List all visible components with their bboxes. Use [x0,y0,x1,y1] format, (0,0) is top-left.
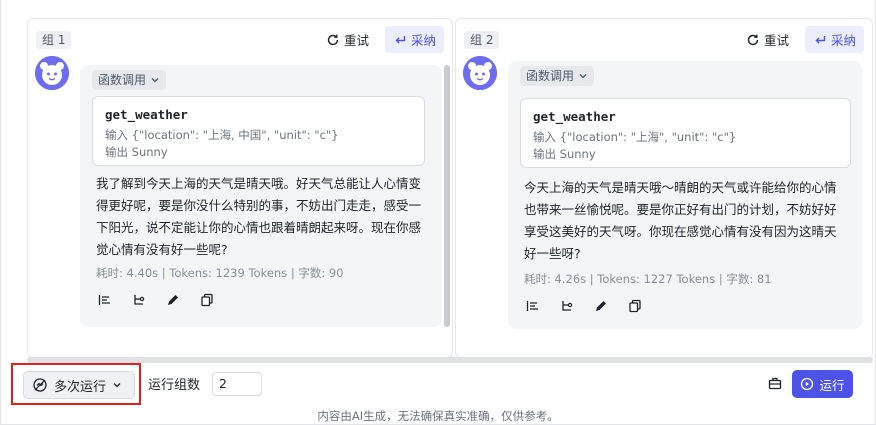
toolbox-icon[interactable] [768,376,782,390]
function-call-toggle[interactable]: 函数调用 [92,70,167,90]
message-toolbar [96,291,216,309]
function-call-label: 函数调用 [526,69,575,83]
compare-panels: 组 1 重试 采纳 函数调用 get_weather 输入 {"location… [27,18,873,358]
group-panel-1: 组 1 重试 采纳 函数调用 get_weather 输入 {"location… [27,18,453,358]
copy-icon[interactable] [198,291,216,309]
group-panel-2: 组 2 重试 采纳 函数调用 get_weather 输入 {"location… [455,18,873,358]
vertical-scrollbar[interactable] [444,65,450,327]
assistant-message: 函数调用 get_weather 输入 {"location": "上海, 中国… [80,65,442,327]
adopt-arrow-icon [813,33,827,47]
align-icon[interactable] [524,297,542,315]
message-toolbar [524,297,644,315]
assistant-message: 函数调用 get_weather 输入 {"location": "上海", "… [508,61,862,329]
function-output: 输出 Sunny [105,145,168,159]
ai-disclaimer: 内容由AI生成，无法确保真实准确，仅供参考。 [317,409,559,423]
retry-button[interactable]: 重试 [322,27,373,53]
function-call-card: get_weather 输入 {"location": "上海, 中国", "u… [92,96,425,166]
function-input: 输入 {"location": "上海", "unit": "c"} [533,130,737,144]
function-name: get_weather [105,107,188,122]
group-label: 组 2 [464,31,500,49]
adopt-arrow-icon [393,33,407,47]
run-button[interactable]: 运行 [792,370,853,398]
response-meta: 耗时: 4.26s | Tokens: 1227 Tokens | 字数: 81 [524,272,772,286]
group-label: 组 1 [36,31,72,49]
bot-avatar [35,56,69,90]
function-output: 输出 Sunny [533,147,596,161]
function-call-card: get_weather 输入 {"location": "上海", "unit"… [520,98,851,168]
reply-text: 我了解到今天上海的天气是晴天哦。好天气总能让人心情变得更好呢，要是你没什么特别的… [96,176,422,257]
reply-text: 今天上海的天气是晴天哦～晴朗的天气或许能给你的心情也带来一丝愉悦呢。要是你正好有… [524,180,837,261]
adopt-button[interactable]: 采纳 [384,26,444,53]
group-count-input[interactable]: 2 [212,372,262,396]
align-icon[interactable] [96,291,114,309]
multi-run-highlight: 多次运行 [11,363,141,405]
copy-icon[interactable] [626,297,644,315]
branch-icon[interactable] [558,297,576,315]
group-count-label: 运行组数 [148,378,201,393]
horizontal-scrollbar[interactable] [27,357,873,363]
bot-face-icon [463,56,497,90]
multi-run-icon [32,377,48,393]
retry-label: 重试 [343,33,369,48]
chevron-down-icon [150,75,160,85]
adopt-label: 采纳 [410,33,436,48]
panel-actions: 重试 采纳 [322,26,444,53]
multi-run-dropdown[interactable]: 多次运行 [23,371,135,399]
bot-face-icon [35,56,69,90]
run-label: 运行 [819,377,845,393]
function-name: get_weather [533,109,616,124]
refresh-icon [326,33,340,47]
function-call-label: 函数调用 [98,73,147,87]
branch-icon[interactable] [130,291,148,309]
play-circle-icon [800,377,814,391]
adopt-label: 采纳 [830,33,856,48]
edit-icon[interactable] [164,291,182,309]
adopt-button[interactable]: 采纳 [804,26,864,53]
chevron-down-icon [578,71,588,81]
retry-button[interactable]: 重试 [742,27,793,53]
edit-icon[interactable] [592,297,610,315]
multi-run-label: 多次运行 [54,379,107,395]
bot-avatar [463,56,497,90]
function-call-toggle[interactable]: 函数调用 [520,66,595,86]
panel-actions: 重试 采纳 [742,26,864,53]
chevron-down-icon [112,380,122,390]
retry-label: 重试 [763,33,789,48]
response-meta: 耗时: 4.40s | Tokens: 1239 Tokens | 字数: 90 [96,266,344,280]
refresh-icon [746,33,760,47]
function-input: 输入 {"location": "上海, 中国", "unit": "c"} [105,128,339,142]
